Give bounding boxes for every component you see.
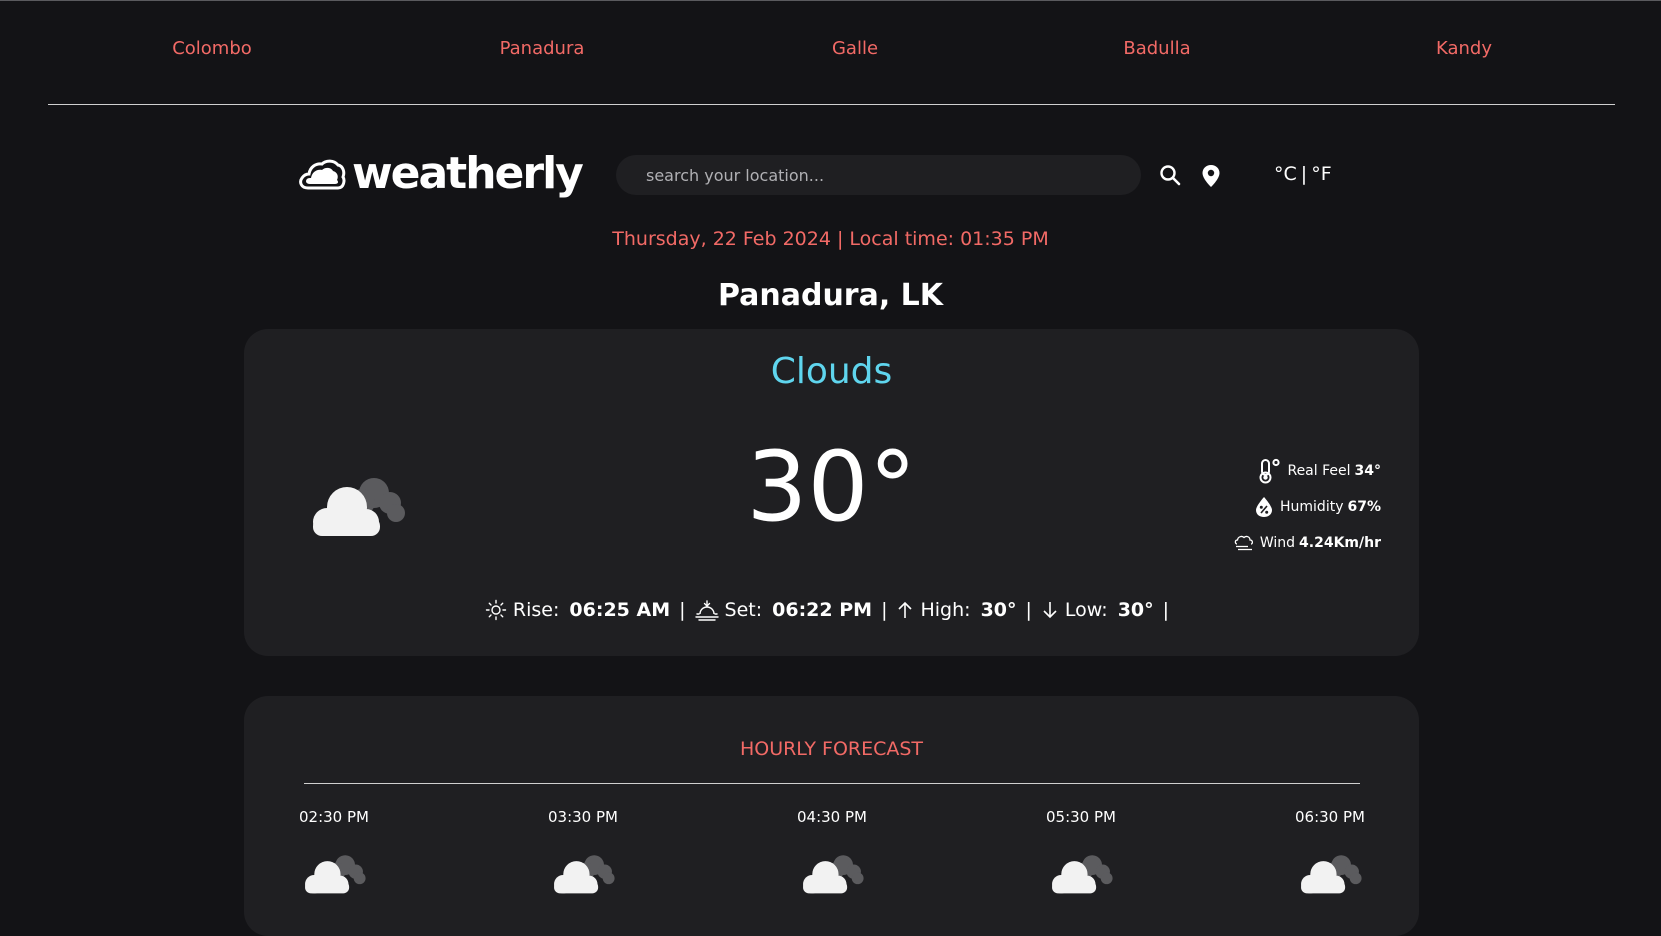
humidity-label: Humidity bbox=[1280, 499, 1344, 515]
wind-value: 4.24Km/hr bbox=[1299, 535, 1381, 551]
wind-icon bbox=[1234, 535, 1253, 551]
weather-condition: Clouds bbox=[770, 351, 893, 392]
logo: weatherly bbox=[298, 147, 584, 201]
fahrenheit-button[interactable]: °F bbox=[1311, 163, 1331, 185]
unit-separator: | bbox=[1300, 163, 1308, 185]
location-pin-icon[interactable] bbox=[1201, 164, 1221, 188]
city-link-galle[interactable]: Galle bbox=[832, 38, 878, 59]
separator: | bbox=[881, 599, 888, 621]
humidity-drop-icon bbox=[1256, 497, 1272, 517]
cloud-logo-icon bbox=[299, 159, 346, 190]
city-link-colombo[interactable]: Colombo bbox=[172, 38, 252, 59]
current-weather-card: Clouds 30° Real Feel 34° Humidity 67% Wi… bbox=[244, 329, 1419, 656]
hourly-item: 04:30 PM bbox=[772, 808, 892, 902]
humidity-value: 67% bbox=[1347, 499, 1381, 515]
arrow-down-icon bbox=[1043, 602, 1057, 619]
real-feel-label: Real Feel bbox=[1287, 463, 1351, 479]
unit-toggle: °C | °F bbox=[1274, 163, 1332, 185]
separator: | bbox=[1162, 599, 1170, 621]
real-feel-row: Real Feel 34° bbox=[1181, 453, 1381, 489]
sunset-icon bbox=[694, 600, 719, 621]
celsius-button[interactable]: °C bbox=[1274, 163, 1297, 185]
city-nav: Colombo Panadura Galle Badulla Kandy bbox=[0, 28, 1661, 74]
sunrise-value: 06:25 AM bbox=[569, 599, 671, 621]
separator: | bbox=[679, 599, 686, 621]
sunrise-label: Rise: bbox=[512, 599, 560, 621]
top-border bbox=[0, 0, 1661, 1]
thermometer-icon bbox=[1259, 458, 1281, 484]
weather-details: Real Feel 34° Humidity 67% Wind 4.24Km/h… bbox=[1181, 453, 1381, 561]
wind-row: Wind 4.24Km/hr bbox=[1181, 525, 1381, 561]
location-title: Panadura, LK bbox=[717, 278, 944, 313]
clouds-icon bbox=[546, 848, 620, 898]
hourly-time: 05:30 PM bbox=[1046, 808, 1116, 826]
city-link-kandy[interactable]: Kandy bbox=[1436, 38, 1492, 59]
search-icon[interactable] bbox=[1158, 163, 1182, 187]
high-value: 30° bbox=[980, 599, 1017, 621]
local-datetime: Thursday, 22 Feb 2024 | Local time: 01:3… bbox=[612, 228, 1049, 250]
wind-label: Wind bbox=[1259, 535, 1296, 551]
hourly-forecast-card: HOURLY FORECAST 02:30 PM 03:30 PM 04:30 … bbox=[244, 696, 1419, 936]
clouds-icon bbox=[1293, 848, 1367, 898]
sunset-value: 06:22 PM bbox=[772, 599, 873, 621]
high-label: High: bbox=[920, 599, 971, 621]
nav-divider bbox=[48, 104, 1615, 105]
search-input[interactable] bbox=[644, 164, 1108, 186]
hourly-time: 02:30 PM bbox=[299, 808, 369, 826]
clouds-icon bbox=[1044, 848, 1118, 898]
hourly-item: 02:30 PM bbox=[274, 808, 394, 902]
humidity-row: Humidity 67% bbox=[1181, 489, 1381, 525]
search-box bbox=[616, 155, 1141, 195]
sunrise-icon bbox=[485, 599, 507, 621]
clouds-icon bbox=[297, 848, 371, 898]
sunset-label: Set: bbox=[724, 599, 763, 621]
hourly-divider bbox=[304, 783, 1360, 784]
hourly-time: 06:30 PM bbox=[1295, 808, 1365, 826]
hourly-item: 05:30 PM bbox=[1021, 808, 1141, 902]
hourly-time: 04:30 PM bbox=[797, 808, 867, 826]
low-value: 30° bbox=[1117, 599, 1154, 621]
city-link-badulla[interactable]: Badulla bbox=[1123, 38, 1190, 59]
low-label: Low: bbox=[1064, 599, 1108, 621]
separator: | bbox=[1025, 599, 1032, 621]
hourly-time: 03:30 PM bbox=[548, 808, 618, 826]
clouds-icon bbox=[795, 848, 869, 898]
sun-temp-row: Rise: 06:25 AM | Set: 06:22 PM | High: 3… bbox=[244, 599, 1419, 621]
logo-text: weatherly bbox=[352, 148, 584, 199]
hourly-item: 06:30 PM bbox=[1270, 808, 1390, 902]
hourly-forecast-title: HOURLY FORECAST bbox=[739, 738, 924, 760]
city-link-panadura[interactable]: Panadura bbox=[500, 38, 585, 59]
arrow-up-icon bbox=[898, 601, 913, 618]
real-feel-value: 34° bbox=[1354, 463, 1381, 479]
hourly-item: 03:30 PM bbox=[523, 808, 643, 902]
